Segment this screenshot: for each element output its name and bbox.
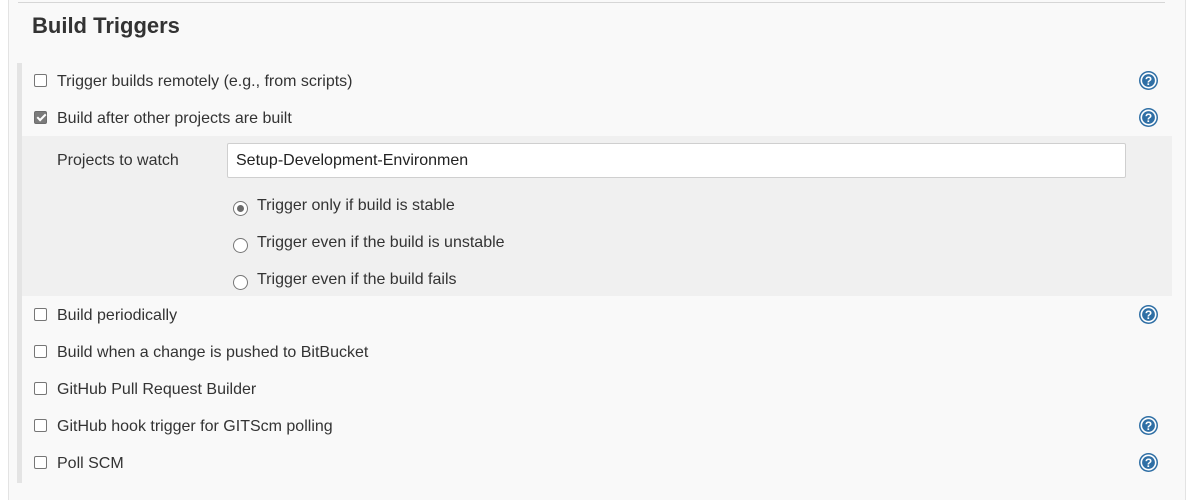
radio-unstable[interactable] <box>233 238 248 253</box>
radio-option-unstable[interactable]: Trigger even if the build is unstable <box>232 229 832 259</box>
trigger-periodic-label[interactable]: Build periodically <box>57 307 177 325</box>
radio-fails-label[interactable]: Trigger even if the build fails <box>257 271 457 289</box>
radio-option-stable[interactable]: Trigger only if build is stable <box>232 192 832 222</box>
svg-text:?: ? <box>1145 419 1152 433</box>
trigger-remote-checkbox[interactable] <box>34 74 47 87</box>
help-icon[interactable]: ? <box>1138 415 1159 436</box>
help-icon[interactable]: ? <box>1138 107 1159 128</box>
radio-stable[interactable] <box>233 201 248 216</box>
trigger-poll-scm-checkbox[interactable] <box>34 456 47 469</box>
projects-to-watch-input[interactable] <box>227 143 1126 178</box>
radio-option-fails[interactable]: Trigger even if the build fails <box>232 266 832 296</box>
help-icon[interactable]: ? <box>1138 452 1159 473</box>
projects-to-watch-label: Projects to watch <box>57 152 179 169</box>
trigger-poll-scm-label[interactable]: Poll SCM <box>57 455 124 473</box>
trigger-after-other-checkbox[interactable] <box>34 111 47 124</box>
svg-text:?: ? <box>1145 74 1152 88</box>
trigger-ghprb-checkbox[interactable] <box>34 382 47 395</box>
trigger-bitbucket-label[interactable]: Build when a change is pushed to BitBuck… <box>57 344 368 362</box>
radio-unstable-label[interactable]: Trigger even if the build is unstable <box>257 234 505 252</box>
trigger-remote-row: Trigger builds remotely (e.g., from scri… <box>22 63 1172 100</box>
svg-text:?: ? <box>1145 456 1152 470</box>
after-other-config: Projects to watch Trigger only if build … <box>22 136 1172 296</box>
trigger-ghprb-row: GitHub Pull Request Builder <box>22 371 1172 408</box>
trigger-after-other-label[interactable]: Build after other projects are built <box>57 110 292 128</box>
trigger-github-hook-checkbox[interactable] <box>34 419 47 432</box>
trigger-github-hook-label[interactable]: GitHub hook trigger for GITScm polling <box>57 418 333 436</box>
svg-text:?: ? <box>1145 308 1152 322</box>
section-title: Build Triggers <box>32 13 180 38</box>
radio-fails[interactable] <box>233 275 248 290</box>
trigger-github-hook-row: GitHub hook trigger for GITScm polling ? <box>22 408 1172 445</box>
trigger-remote-label[interactable]: Trigger builds remotely (e.g., from scri… <box>57 73 352 91</box>
radio-stable-label[interactable]: Trigger only if build is stable <box>257 197 455 215</box>
svg-text:?: ? <box>1145 111 1152 125</box>
trigger-periodic-row: Build periodically ? <box>22 297 1172 334</box>
divider <box>18 2 1165 3</box>
trigger-after-other-row: Build after other projects are built ? <box>22 100 1172 137</box>
trigger-periodic-checkbox[interactable] <box>34 308 47 321</box>
trigger-bitbucket-row: Build when a change is pushed to BitBuck… <box>22 334 1172 371</box>
help-icon[interactable]: ? <box>1138 304 1159 325</box>
trigger-ghprb-label[interactable]: GitHub Pull Request Builder <box>57 381 256 399</box>
trigger-bitbucket-checkbox[interactable] <box>34 345 47 358</box>
help-icon[interactable]: ? <box>1138 70 1159 91</box>
trigger-poll-scm-row: Poll SCM ? <box>22 445 1172 482</box>
